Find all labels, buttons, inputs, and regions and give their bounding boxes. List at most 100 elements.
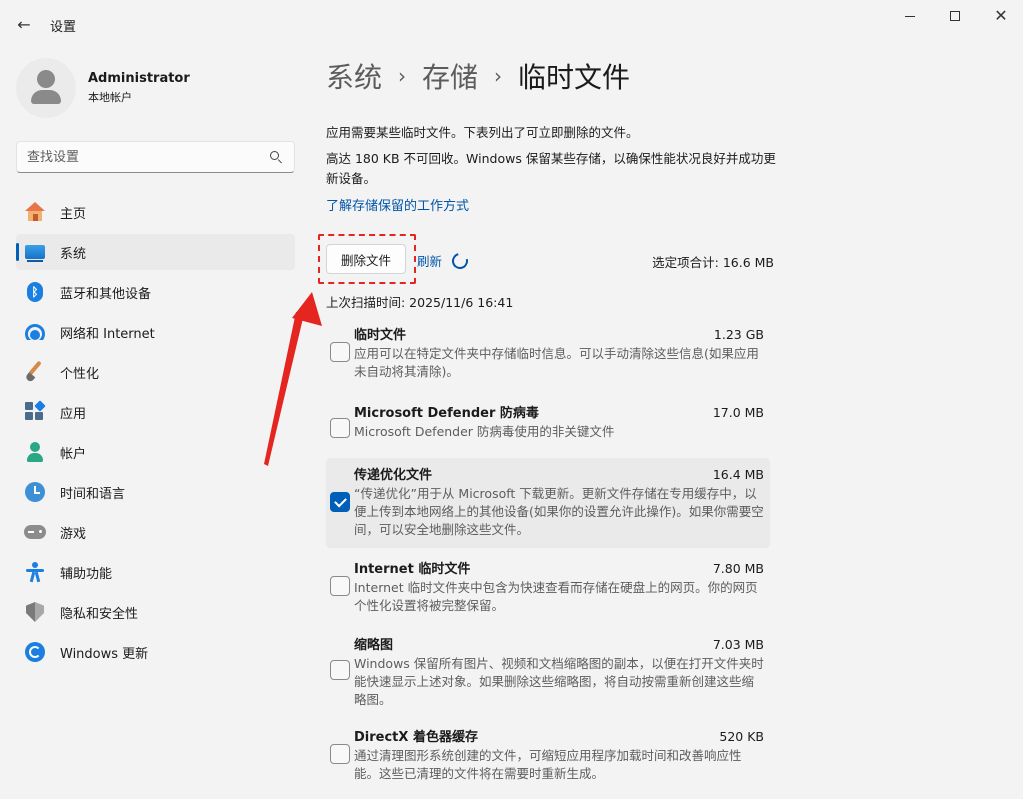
- system-icon: [24, 241, 46, 263]
- minimize-button[interactable]: [887, 0, 933, 32]
- sidebar-item-label: 系统: [60, 246, 87, 262]
- brush-icon: [24, 360, 46, 383]
- file-item-thumbnails[interactable]: 缩略图 7.03 MB Windows 保留所有图片、视频和文档缩略图的副本，以…: [326, 628, 770, 718]
- user-name: Administrator: [88, 71, 190, 86]
- window-title: 设置: [50, 20, 77, 35]
- sidebar-item-time-language[interactable]: 时间和语言: [16, 474, 295, 510]
- sidebar-item-accounts[interactable]: 帐户: [16, 434, 295, 470]
- sidebar-item-system[interactable]: 系统: [16, 234, 295, 270]
- chevron-right-icon: ›: [494, 64, 503, 88]
- sidebar-item-personalization[interactable]: 个性化: [16, 354, 295, 390]
- highlight-box: [318, 234, 416, 284]
- temp-file-list: 临时文件 1.23 GB 应用可以在特定文件夹中存储临时信息。可以手动清除这些信…: [326, 318, 770, 792]
- search-box[interactable]: [16, 141, 295, 173]
- sidebar-item-privacy[interactable]: 隐私和安全性: [16, 594, 295, 630]
- sidebar-item-bluetooth[interactable]: ᛒ 蓝牙和其他设备: [16, 274, 295, 310]
- reserved-storage-note: 高达 180 KB 不可回收。Windows 保留某些存储，以确保性能状况良好并…: [326, 151, 776, 186]
- sidebar-item-label: 主页: [60, 206, 87, 222]
- file-item-size: 7.80 MB: [712, 561, 764, 576]
- chevron-right-icon: ›: [398, 64, 407, 88]
- sidebar-item-label: 辅助功能: [60, 566, 113, 582]
- file-item-size: 17.0 MB: [712, 405, 764, 420]
- file-item-title: 缩略图: [354, 638, 394, 653]
- sidebar: Administrator 本地帐户 主页 系统 ᛒ 蓝牙和其他设备 网络和 I…: [0, 46, 310, 799]
- search-icon[interactable]: [268, 149, 284, 165]
- file-item-title: DirectX 着色器缓存: [354, 730, 478, 745]
- file-item-internet-temp[interactable]: Internet 临时文件 7.80 MB Internet 临时文件夹中包含为…: [326, 552, 770, 624]
- sidebar-item-apps[interactable]: 应用: [16, 394, 295, 430]
- file-item-title: 传递优化文件: [354, 468, 433, 483]
- file-item-title: Internet 临时文件: [354, 562, 471, 577]
- file-item-defender[interactable]: Microsoft Defender 防病毒 17.0 MB Microsoft…: [326, 396, 770, 458]
- refresh-icon: [449, 249, 471, 272]
- sidebar-item-accessibility[interactable]: 辅助功能: [16, 554, 295, 590]
- breadcrumb-system[interactable]: 系统: [326, 56, 382, 96]
- windows-update-icon: [24, 641, 46, 663]
- refresh-label: 刷新: [417, 254, 443, 269]
- sidebar-item-label: 隐私和安全性: [60, 606, 139, 622]
- breadcrumb-storage[interactable]: 存储: [422, 56, 478, 96]
- wifi-icon: [24, 321, 46, 343]
- shield-icon: [24, 601, 46, 623]
- close-button[interactable]: ✕: [978, 0, 1023, 32]
- last-scan-time: 上次扫描时间: 2025/11/6 16:41: [326, 295, 514, 310]
- file-item-title: 临时文件: [354, 328, 407, 343]
- sidebar-item-label: 应用: [60, 406, 87, 422]
- page-title: 临时文件: [518, 61, 631, 94]
- refresh-button[interactable]: 刷新: [417, 249, 471, 272]
- sidebar-item-network[interactable]: 网络和 Internet: [16, 314, 295, 350]
- sidebar-item-label: 帐户: [60, 446, 87, 462]
- minimize-icon: [905, 15, 915, 17]
- title-bar: ← 设置 ✕: [0, 0, 1023, 46]
- checkbox[interactable]: [330, 342, 350, 362]
- file-item-description: Microsoft Defender 防病毒使用的非关键文件: [354, 424, 615, 439]
- sidebar-item-home[interactable]: 主页: [16, 194, 295, 230]
- checkbox[interactable]: [330, 576, 350, 596]
- file-item-description: 通过清理图形系统创建的文件，可缩短应用程序加载时间和改善响应性能。这些已清理的文…: [354, 748, 742, 781]
- apps-icon: [24, 400, 46, 423]
- breadcrumb: 系统 › 存储 › 临时文件: [326, 56, 630, 96]
- checkbox-checked[interactable]: [330, 492, 350, 512]
- maximize-icon: [950, 11, 960, 21]
- sidebar-nav: 主页 系统 ᛒ 蓝牙和其他设备 网络和 Internet 个性化 应用 帐户 时: [16, 194, 295, 674]
- sidebar-item-label: 时间和语言: [60, 486, 126, 502]
- user-profile[interactable]: Administrator 本地帐户: [16, 58, 190, 118]
- file-item-size: 16.4 MB: [712, 467, 764, 482]
- file-item-size: 7.03 MB: [712, 637, 764, 652]
- main-content: 系统 › 存储 › 临时文件 应用需要某些临时文件。下表列出了可立即删除的文件。…: [310, 46, 1023, 799]
- back-button[interactable]: ←: [8, 8, 40, 40]
- checkbox[interactable]: [330, 660, 350, 680]
- checkbox[interactable]: [330, 744, 350, 764]
- bluetooth-icon: ᛒ: [24, 281, 46, 303]
- home-icon: [24, 201, 46, 223]
- file-item-directx-shader[interactable]: DirectX 着色器缓存 520 KB 通过清理图形系统创建的文件，可缩短应用…: [326, 720, 770, 792]
- sidebar-item-gaming[interactable]: 游戏: [16, 514, 295, 550]
- file-item-title: Microsoft Defender 防病毒: [354, 406, 539, 421]
- search-input[interactable]: [27, 149, 268, 165]
- selected-total: 选定项合计: 16.6 MB: [652, 255, 774, 270]
- accessibility-icon: [24, 561, 46, 583]
- file-item-description: Internet 临时文件夹中包含为快速查看而存储在硬盘上的网页。你的网页个性化…: [354, 580, 758, 613]
- file-item-description: “传递优化”用于从 Microsoft 下载更新。更新文件存储在专用缓存中，以便…: [354, 486, 764, 537]
- sidebar-item-windows-update[interactable]: Windows 更新: [16, 634, 295, 670]
- avatar: [16, 58, 76, 118]
- file-item-delivery-optimization[interactable]: 传递优化文件 16.4 MB “传递优化”用于从 Microsoft 下载更新。…: [326, 458, 770, 548]
- account-icon: [24, 441, 46, 463]
- gaming-icon: [24, 521, 46, 543]
- file-item-size: 520 KB: [719, 729, 764, 744]
- checkbox[interactable]: [330, 418, 350, 438]
- file-item-temp-files[interactable]: 临时文件 1.23 GB 应用可以在特定文件夹中存储临时信息。可以手动清除这些信…: [326, 318, 770, 390]
- sidebar-item-label: 个性化: [60, 366, 100, 382]
- user-account-type: 本地帐户: [88, 91, 132, 104]
- time-language-icon: [24, 481, 46, 503]
- sidebar-item-label: 蓝牙和其他设备: [60, 286, 152, 302]
- sidebar-item-label: Windows 更新: [60, 646, 149, 662]
- learn-storage-reserve-link[interactable]: 了解存储保留的工作方式: [326, 195, 469, 214]
- maximize-button[interactable]: [932, 0, 978, 32]
- close-icon: ✕: [994, 6, 1008, 25]
- page-description: 应用需要某些临时文件。下表列出了可立即删除的文件。: [326, 125, 639, 140]
- file-item-description: 应用可以在特定文件夹中存储临时信息。可以手动清除这些信息(如果应用未自动将其清除…: [354, 346, 759, 379]
- sidebar-item-label: 游戏: [60, 526, 87, 542]
- file-item-description: Windows 保留所有图片、视频和文档缩略图的副本，以便在打开文件夹时能快速显…: [354, 656, 764, 707]
- file-item-size: 1.23 GB: [713, 327, 764, 342]
